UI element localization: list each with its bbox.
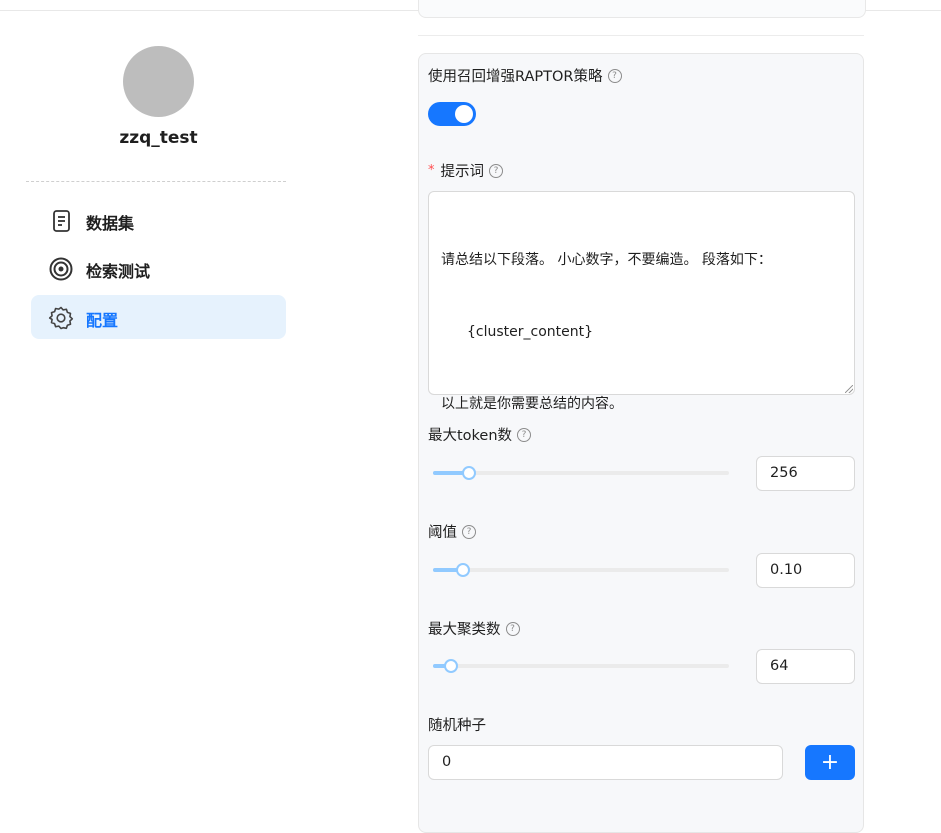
raptor-toggle-label: 使用召回增强RAPTOR策略 ?: [428, 65, 622, 86]
max-token-slider[interactable]: [433, 463, 729, 483]
threshold-slider[interactable]: [433, 560, 729, 580]
sidebar-item-label: 配置: [86, 311, 119, 330]
sidebar-divider: [26, 181, 286, 182]
sidebar-item-retrieval-test[interactable]: 检索测试: [31, 246, 286, 290]
slider-rail: [433, 471, 729, 475]
avatar: [123, 46, 194, 117]
help-icon[interactable]: ?: [607, 68, 622, 83]
slider-handle[interactable]: [455, 563, 470, 577]
prompt-textarea[interactable]: 请总结以下段落。 小心数字，不要编造。 段落如下： {cluster_conte…: [428, 191, 855, 412]
help-icon[interactable]: ?: [517, 427, 532, 442]
prompt-label: * 提示词 ?: [428, 160, 503, 181]
prompt-line: {cluster_content}: [467, 324, 594, 340]
section-divider: [418, 35, 864, 36]
sidebar-item-label: 数据集: [86, 214, 135, 233]
max-cluster-slider[interactable]: [433, 656, 729, 676]
help-icon[interactable]: ?: [489, 163, 503, 178]
gear-icon: [48, 305, 74, 331]
slider-rail: [433, 568, 729, 572]
max-token-label: 最大token数 ?: [428, 424, 532, 445]
username: zzq_test: [119, 128, 198, 148]
threshold-input[interactable]: 0.10: [756, 553, 855, 588]
random-seed-button[interactable]: +: [805, 745, 855, 780]
max-cluster-input[interactable]: 64: [756, 649, 855, 684]
toggle-knob: [455, 105, 473, 123]
slider-handle[interactable]: [461, 466, 476, 480]
seed-input[interactable]: 0: [428, 745, 783, 780]
sidebar-item-config[interactable]: 配置: [31, 295, 286, 339]
textarea-resize-handle[interactable]: [845, 385, 853, 393]
help-icon[interactable]: ?: [505, 621, 520, 636]
prompt-line: 以上就是你需要总结的内容。: [441, 396, 623, 412]
sidebar-item-dataset[interactable]: 数据集: [31, 198, 286, 242]
raptor-toggle[interactable]: [428, 102, 476, 126]
dataset-icon: [48, 208, 74, 234]
target-icon: [48, 256, 74, 282]
threshold-label: 阈值 ?: [428, 521, 476, 542]
previous-card: [418, 0, 866, 18]
prompt-line: 请总结以下段落。 小心数字，不要编造。 段落如下：: [441, 252, 772, 268]
required-mark: *: [428, 163, 435, 178]
max-cluster-label: 最大聚类数 ?: [428, 618, 520, 639]
sidebar-item-label: 检索测试: [86, 262, 151, 281]
help-icon[interactable]: ?: [462, 524, 476, 539]
slider-rail: [433, 664, 729, 668]
slider-handle[interactable]: [443, 659, 458, 673]
seed-label: 随机种子: [428, 718, 486, 734]
max-token-input[interactable]: 256: [756, 456, 855, 491]
